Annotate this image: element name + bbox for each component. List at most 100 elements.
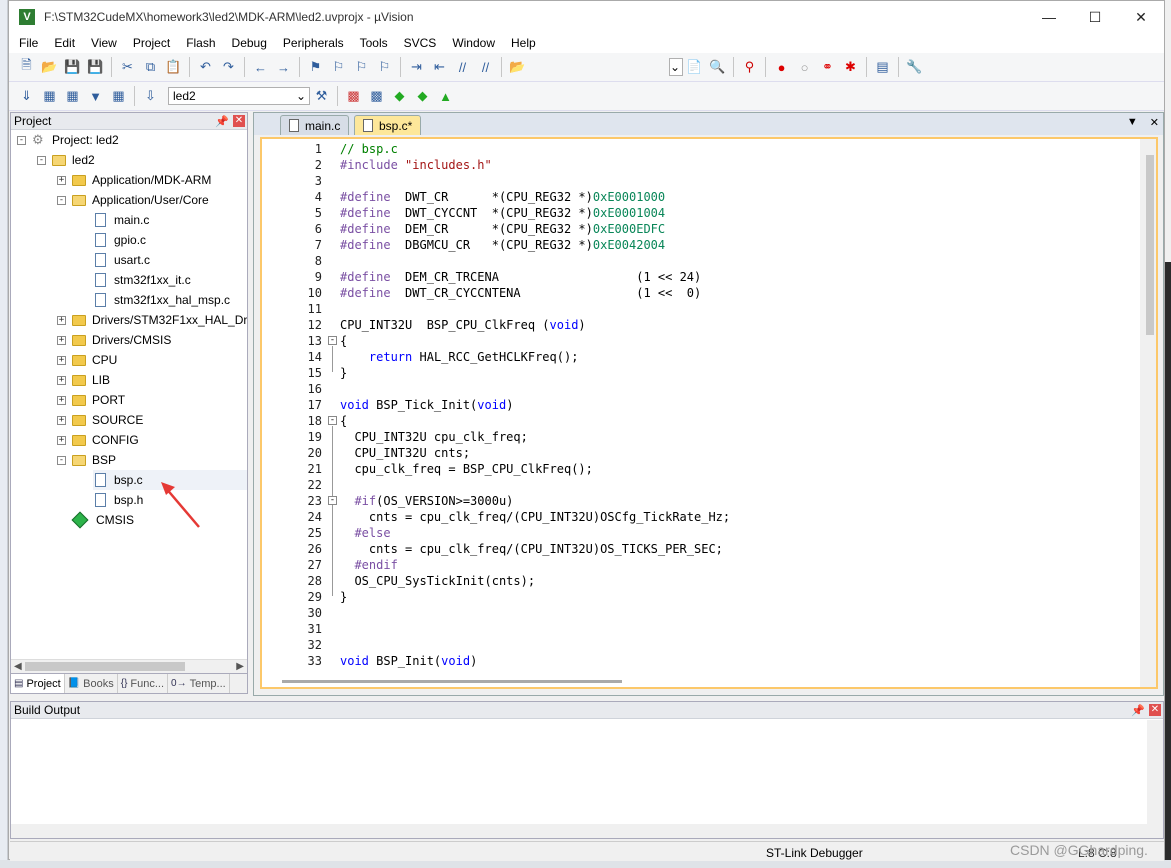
collapse-icon[interactable]: -	[17, 135, 26, 145]
cut-icon[interactable]: ✂	[116, 56, 139, 78]
find-icon[interactable]: 📄	[683, 56, 706, 78]
menu-edit[interactable]: Edit	[46, 33, 83, 53]
enable-breakpoint-icon[interactable]: ○	[793, 56, 816, 78]
menu-view[interactable]: View	[83, 33, 125, 53]
collapse-icon[interactable]: -	[57, 455, 66, 465]
tree-group-drivers-cmsis[interactable]: + Drivers/CMSIS	[57, 330, 171, 350]
code-line[interactable]: // bsp.c	[340, 141, 398, 157]
code-line[interactable]: cnts = cpu_clk_freq/(CPU_INT32U)OSCfg_Ti…	[340, 509, 730, 525]
clear-bookmarks-icon[interactable]: ⚐	[373, 56, 396, 78]
code-line[interactable]: cnts = cpu_clk_freq/(CPU_INT32U)OS_TICKS…	[340, 541, 723, 557]
tab-books[interactable]: 📘 Books	[65, 674, 118, 693]
menu-help[interactable]: Help	[503, 33, 544, 53]
expand-icon[interactable]: +	[57, 315, 66, 325]
fold-toggle-icon[interactable]: -	[328, 416, 337, 425]
code-line[interactable]: }	[340, 365, 347, 381]
next-bookmark-icon[interactable]: ⚐	[350, 56, 373, 78]
code-line[interactable]: #endif	[340, 557, 397, 573]
insert-breakpoint-icon[interactable]: ●	[770, 56, 793, 78]
unindent-icon[interactable]: ⇤	[428, 56, 451, 78]
download-icon[interactable]: ⇩	[139, 85, 162, 107]
code-line[interactable]: #if(OS_VERSION>=3000u)	[340, 493, 513, 509]
tab-project[interactable]: ▤ Project	[11, 674, 65, 693]
scroll-left-icon[interactable]: ◀	[14, 661, 22, 672]
comment-icon[interactable]: //	[451, 56, 474, 78]
scroll-thumb[interactable]	[1146, 155, 1154, 335]
tree-group-drivers-hal[interactable]: + Drivers/STM32F1xx_HAL_Driv	[57, 310, 247, 330]
tree-file-stm32f1xx-hal-msp-c[interactable]: stm32f1xx_hal_msp.c	[93, 290, 230, 310]
code-line[interactable]: #define DWT_CYCCNT *(CPU_REG32 *)0xE0001…	[340, 205, 665, 221]
tree-file-gpio-c[interactable]: gpio.c	[93, 230, 146, 250]
debug-session-icon[interactable]: ⚲	[738, 56, 761, 78]
tree-file-main-c[interactable]: main.c	[93, 210, 149, 230]
scroll-right-icon[interactable]: ▶	[236, 661, 244, 672]
configure-icon[interactable]: 🔧	[903, 56, 926, 78]
tree-group-cpu[interactable]: + CPU	[57, 350, 117, 370]
find-in-files-icon[interactable]: 📂	[506, 56, 529, 78]
code-line[interactable]: #include "includes.h"	[340, 157, 492, 173]
close-icon[interactable]: ✕	[233, 115, 245, 127]
editor-vertical-scrollbar[interactable]	[1140, 139, 1156, 687]
expand-icon[interactable]: +	[57, 375, 66, 385]
copy-icon[interactable]: ⧉	[139, 56, 162, 78]
expand-icon[interactable]: +	[57, 335, 66, 345]
tree-group-lib[interactable]: + LIB	[57, 370, 110, 390]
expand-icon[interactable]: +	[57, 175, 66, 185]
open-folder-icon[interactable]: 📂	[38, 56, 61, 78]
manage-packs-icon[interactable]: ▲	[434, 85, 457, 107]
tree-component-cmsis[interactable]: CMSIS	[71, 510, 134, 530]
tree-file-bsp-h[interactable]: bsp.h	[93, 490, 143, 510]
redo-icon[interactable]: ↷	[217, 56, 240, 78]
kill-breakpoints-icon[interactable]: ✱	[839, 56, 862, 78]
code-line[interactable]: #define DEM_CR *(CPU_REG32 *)0xE000EDFC	[340, 221, 665, 237]
tree-project-root[interactable]: - ⚙ Project: led2	[17, 130, 119, 150]
tree-group-config[interactable]: + CONFIG	[57, 430, 139, 450]
new-file-icon[interactable]: 🗎	[15, 56, 38, 78]
collapse-icon[interactable]: -	[57, 195, 66, 205]
minimize-button[interactable]: —	[1026, 1, 1072, 33]
find-combo[interactable]: ⌄	[669, 58, 683, 76]
tab-functions[interactable]: {} Func...	[118, 674, 169, 693]
tab-main-c[interactable]: main.c	[280, 115, 350, 135]
tab-bsp-c[interactable]: bsp.c*	[354, 115, 422, 135]
undo-icon[interactable]: ↶	[194, 56, 217, 78]
code-line[interactable]: OS_CPU_SysTickInit(cnts);	[340, 573, 535, 589]
tree-group-bsp[interactable]: - BSP	[57, 450, 116, 470]
menu-debug[interactable]: Debug	[224, 33, 275, 53]
save-icon[interactable]: 💾	[61, 56, 84, 78]
menu-flash[interactable]: Flash	[178, 33, 223, 53]
code-editor[interactable]: 1 2 3 4 5 6 7 8 9 10 11 12 13 14 15 16 17 18 19 20 21 22 23 24 2…	[260, 137, 1158, 689]
rebuild-icon[interactable]: ▦	[61, 85, 84, 107]
batch-build-icon[interactable]: ▼	[84, 85, 107, 107]
target-options-icon[interactable]: ⚒	[310, 85, 333, 107]
tree-group-application-mdk-arm[interactable]: + Application/MDK-ARM	[57, 170, 211, 190]
tree-group-port[interactable]: + PORT	[57, 390, 125, 410]
close-button[interactable]: ✕	[1118, 1, 1164, 33]
build-icon[interactable]: ▦	[38, 85, 61, 107]
fold-toggle-icon[interactable]: -	[328, 496, 337, 505]
save-all-icon[interactable]: 💾	[84, 56, 107, 78]
disable-breakpoints-icon[interactable]: ⚭	[816, 56, 839, 78]
editor-horizontal-scrollbar[interactable]	[282, 680, 622, 683]
build-horizontal-scrollbar[interactable]	[11, 824, 1149, 838]
code-line[interactable]: }	[340, 589, 347, 605]
code-text[interactable]: // bsp.c #include "includes.h" #define DWT…	[340, 139, 1136, 687]
code-line[interactable]: CPU_INT32U BSP_CPU_ClkFreq (void)	[340, 317, 586, 333]
code-line[interactable]: {	[340, 413, 347, 429]
menu-tools[interactable]: Tools	[352, 33, 396, 53]
indent-icon[interactable]: ⇥	[405, 56, 428, 78]
tree-file-usart-c[interactable]: usart.c	[93, 250, 150, 270]
tree-file-stm32f1xx-it-c[interactable]: stm32f1xx_it.c	[93, 270, 191, 290]
expand-icon[interactable]: +	[57, 415, 66, 425]
maximize-button[interactable]: ☐	[1072, 1, 1118, 33]
bookmark-icon[interactable]: ⚑	[304, 56, 327, 78]
prev-bookmark-icon[interactable]: ⚐	[327, 56, 350, 78]
tree-horizontal-scrollbar[interactable]: ◀ ▶	[11, 659, 247, 673]
pack-installer-icon[interactable]: ◆	[411, 85, 434, 107]
code-line[interactable]: void BSP_Tick_Init(void)	[340, 397, 513, 413]
code-line[interactable]: return HAL_RCC_GetHCLKFreq();	[340, 349, 579, 365]
collapse-icon[interactable]: -	[37, 155, 46, 165]
build-vertical-scrollbar[interactable]	[1147, 720, 1163, 838]
code-line[interactable]: #else	[340, 525, 390, 541]
run-time-environment-icon[interactable]: ◆	[388, 85, 411, 107]
